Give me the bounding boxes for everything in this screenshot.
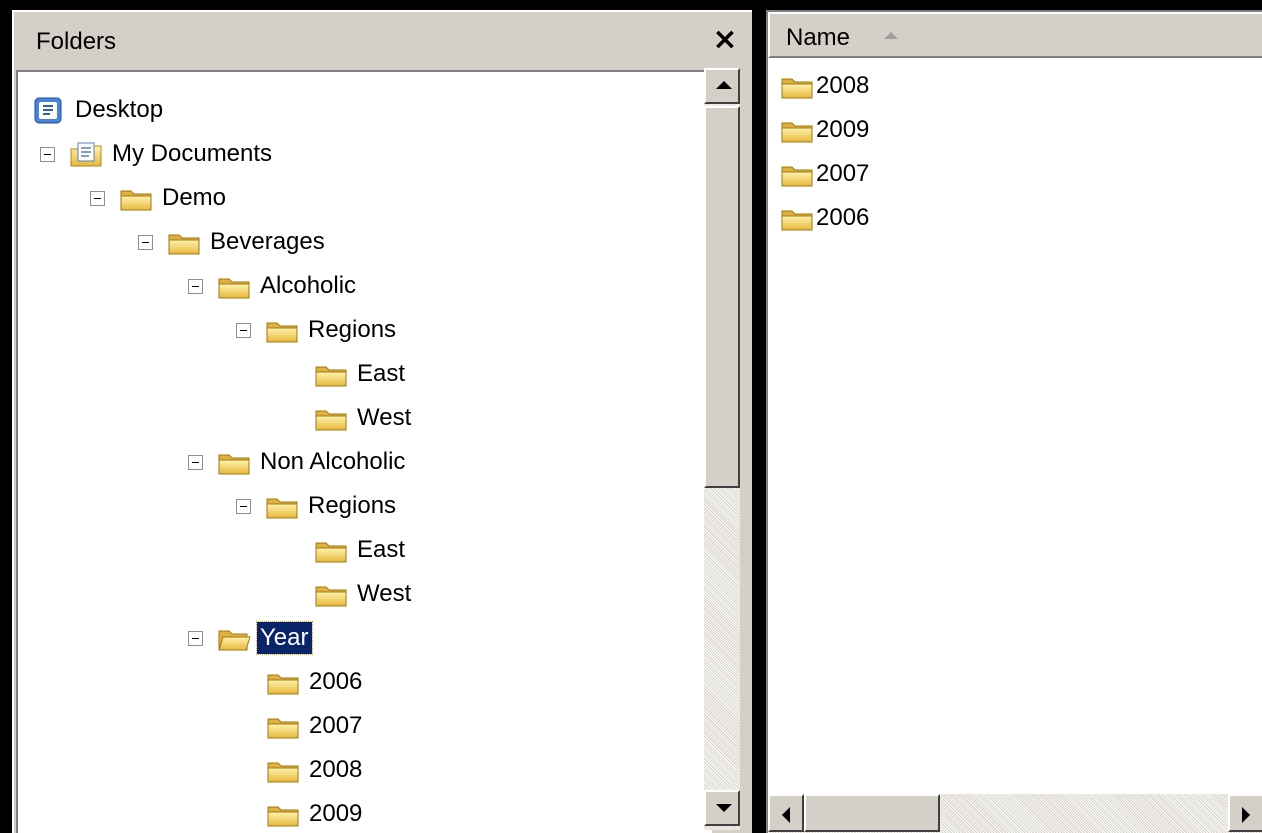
folder-icon [267, 674, 299, 694]
column-name-label: Name [786, 24, 851, 51]
scroll-up-button[interactable] [704, 68, 740, 104]
tree-vertical-scrollbar[interactable] [704, 68, 740, 830]
tree-item-label: 2006 [309, 668, 363, 695]
scroll-thumb[interactable] [704, 106, 740, 488]
list-item[interactable]: 2006 [780, 198, 869, 238]
scroll-down-button[interactable] [704, 790, 740, 826]
tree-item-my-documents[interactable]: My Documents [40, 134, 275, 174]
list-item[interactable]: 2009 [780, 110, 869, 150]
my-documents-icon [70, 142, 102, 166]
tree-item-label: West [357, 404, 412, 431]
tree-item-label: 2008 [309, 756, 363, 783]
arrow-right-icon [1242, 807, 1250, 823]
folder-icon [781, 166, 813, 186]
list-item-label: 2008 [816, 72, 870, 99]
tree-item-desktop[interactable]: Desktop [32, 90, 166, 130]
folder-icon [267, 762, 299, 782]
collapse-toggle[interactable] [236, 498, 251, 514]
tree-item-label: Alcoholic [260, 272, 357, 299]
collapse-toggle[interactable] [138, 234, 153, 250]
tree-item-label: East [357, 360, 406, 387]
tree-item-non-alcoholic[interactable]: Non Alcoholic [188, 442, 408, 482]
folder-icon [168, 234, 200, 254]
close-icon[interactable]: × [710, 22, 740, 58]
scroll-thumb[interactable] [804, 794, 940, 832]
collapse-toggle[interactable] [40, 146, 55, 162]
list-item-label: 2009 [816, 116, 870, 143]
tree-item-2006[interactable]: 2006 [266, 662, 365, 702]
collapse-toggle[interactable] [188, 630, 203, 646]
folder-icon [266, 498, 298, 518]
tree-item-beverages[interactable]: Beverages [138, 222, 328, 262]
folder-icon [781, 78, 813, 98]
list-item[interactable]: 2007 [780, 154, 869, 194]
tree-item-alcoholic[interactable]: Alcoholic [188, 266, 359, 306]
collapse-toggle[interactable] [90, 190, 105, 206]
folder-icon [267, 806, 299, 826]
tree-item-label: Desktop [75, 96, 164, 123]
tree-item-label: Year [256, 621, 313, 655]
tree-item-label: Regions [308, 492, 397, 519]
list-item-label: 2007 [816, 160, 870, 187]
scroll-left-button[interactable] [768, 794, 804, 832]
tree-item-east[interactable]: East [314, 354, 408, 394]
tree-item-regions[interactable]: Regions [236, 486, 399, 526]
folders-pane: Folders × Desktop My Documents Demo Beve… [12, 10, 752, 833]
tree-item-2007[interactable]: 2007 [266, 706, 365, 746]
list-item-label: 2006 [816, 204, 870, 231]
scroll-right-button[interactable] [1228, 794, 1262, 832]
file-list-pane: Name 2008 2009 2007 2006 [766, 10, 1262, 833]
collapse-toggle[interactable] [236, 322, 251, 338]
tree-item-east[interactable]: East [314, 530, 408, 570]
arrow-left-icon [782, 807, 790, 823]
tree-item-label: Demo [162, 184, 227, 211]
tree-item-2009[interactable]: 2009 [266, 794, 365, 833]
folder-icon [218, 278, 250, 298]
tree-item-label: My Documents [112, 140, 273, 167]
tree-item-label: Regions [308, 316, 397, 343]
folder-icon [315, 586, 347, 606]
folder-open-icon [218, 630, 251, 650]
tree-item-2008[interactable]: 2008 [266, 750, 365, 790]
column-header-name[interactable]: Name [768, 12, 1262, 58]
tree-item-demo[interactable]: Demo [90, 178, 229, 218]
folder-icon [218, 454, 250, 474]
tree-item-west[interactable]: West [314, 574, 414, 614]
tree-item-label: Non Alcoholic [260, 448, 406, 475]
collapse-toggle[interactable] [188, 278, 203, 294]
folder-icon [266, 322, 298, 342]
tree-item-label: 2007 [309, 712, 363, 739]
collapse-toggle[interactable] [188, 454, 203, 470]
tree-item-label: East [357, 536, 406, 563]
desktop-icon [34, 97, 62, 123]
tree-item-label: West [357, 580, 412, 607]
tree-item-year[interactable]: Year [188, 618, 313, 658]
tree-item-label: 2009 [309, 800, 363, 827]
arrow-down-icon [716, 804, 732, 812]
tree-item-regions[interactable]: Regions [236, 310, 399, 350]
folder-icon [781, 210, 813, 230]
tree-item-label: Beverages [210, 228, 325, 255]
folder-icon [267, 718, 299, 738]
folder-icon [781, 122, 813, 142]
tree-item-west[interactable]: West [314, 398, 414, 438]
folders-title: Folders [36, 28, 117, 55]
sort-ascending-icon [884, 32, 898, 39]
folder-icon [315, 542, 347, 562]
folder-icon [120, 190, 152, 210]
arrow-up-icon [716, 81, 732, 89]
folder-icon [315, 410, 347, 430]
list-horizontal-scrollbar[interactable] [768, 794, 1262, 833]
list-item[interactable]: 2008 [780, 66, 869, 106]
folder-tree: Desktop My Documents Demo Beverages Alco… [16, 70, 712, 833]
folders-header: Folders × [14, 12, 752, 70]
folder-icon [315, 366, 347, 386]
